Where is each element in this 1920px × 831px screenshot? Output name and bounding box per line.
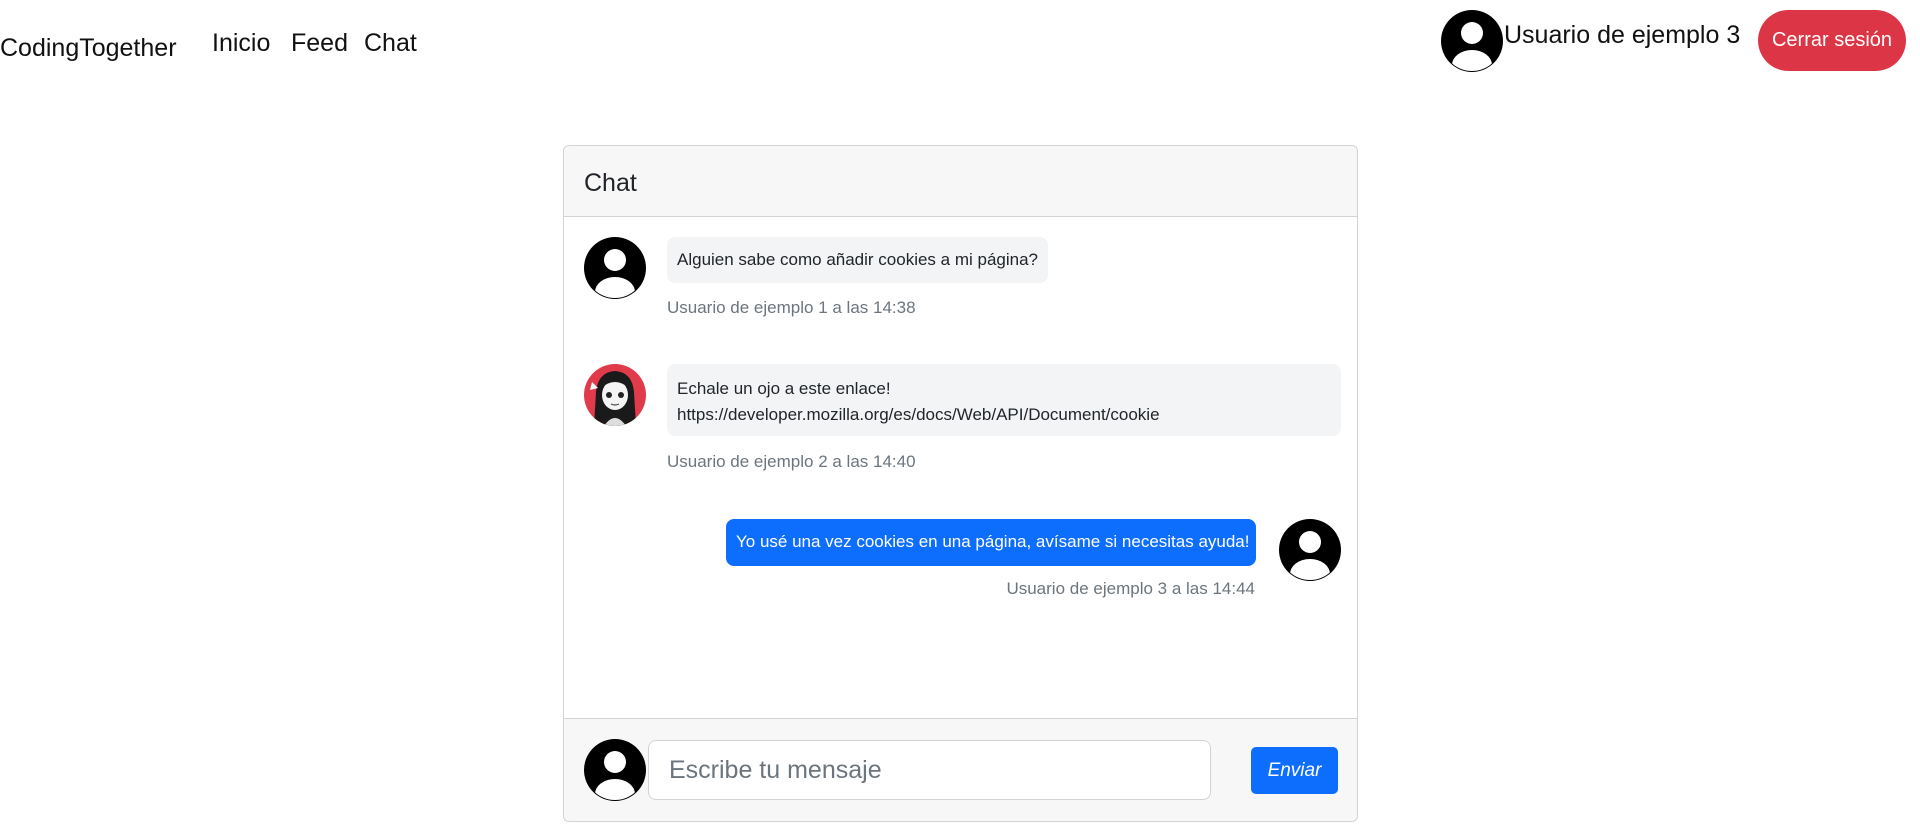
message-bubble: Echale un ojo a este enlace! https://dev… — [667, 364, 1341, 436]
nav-link-chat[interactable]: Chat — [364, 28, 417, 58]
message-bubble: Alguien sabe como añadir cookies a mi pá… — [667, 237, 1049, 283]
chat-header: Chat — [564, 146, 1357, 217]
chat-messages[interactable]: Alguien sabe como añadir cookies a mi pá… — [564, 217, 1357, 718]
message-meta: Usuario de ejemplo 3 a las 14:44 — [1006, 579, 1255, 598]
user-name-label: Usuario de ejemplo 3 — [1504, 21, 1741, 49]
message-input[interactable] — [648, 740, 1211, 800]
top-navbar: CodingTogether Inicio Feed Chat Usuario … — [0, 0, 1920, 85]
default-user-avatar-icon — [584, 237, 646, 299]
nav-link-feed[interactable]: Feed — [291, 28, 348, 58]
default-user-avatar-icon — [1279, 519, 1341, 581]
chat-title: Chat — [584, 169, 637, 197]
default-user-avatar-icon — [584, 739, 646, 801]
nav-link-inicio[interactable]: Inicio — [212, 28, 270, 58]
own-message-bubble: Yo usé una vez cookies en una página, av… — [726, 519, 1256, 566]
chat-composer: Enviar — [564, 718, 1357, 821]
anime-girl-avatar-icon — [584, 364, 646, 426]
message-meta: Usuario de ejemplo 1 a las 14:38 — [667, 298, 916, 317]
brand-logo-text[interactable]: CodingTogether — [0, 33, 177, 63]
user-avatar-icon[interactable] — [1441, 10, 1503, 72]
chat-card: Chat Alguien sabe como añadir cookies a … — [563, 145, 1358, 822]
message-meta: Usuario de ejemplo 2 a las 14:40 — [667, 452, 916, 471]
logout-button[interactable]: Cerrar sesión — [1758, 10, 1906, 71]
send-button[interactable]: Enviar — [1251, 747, 1338, 794]
